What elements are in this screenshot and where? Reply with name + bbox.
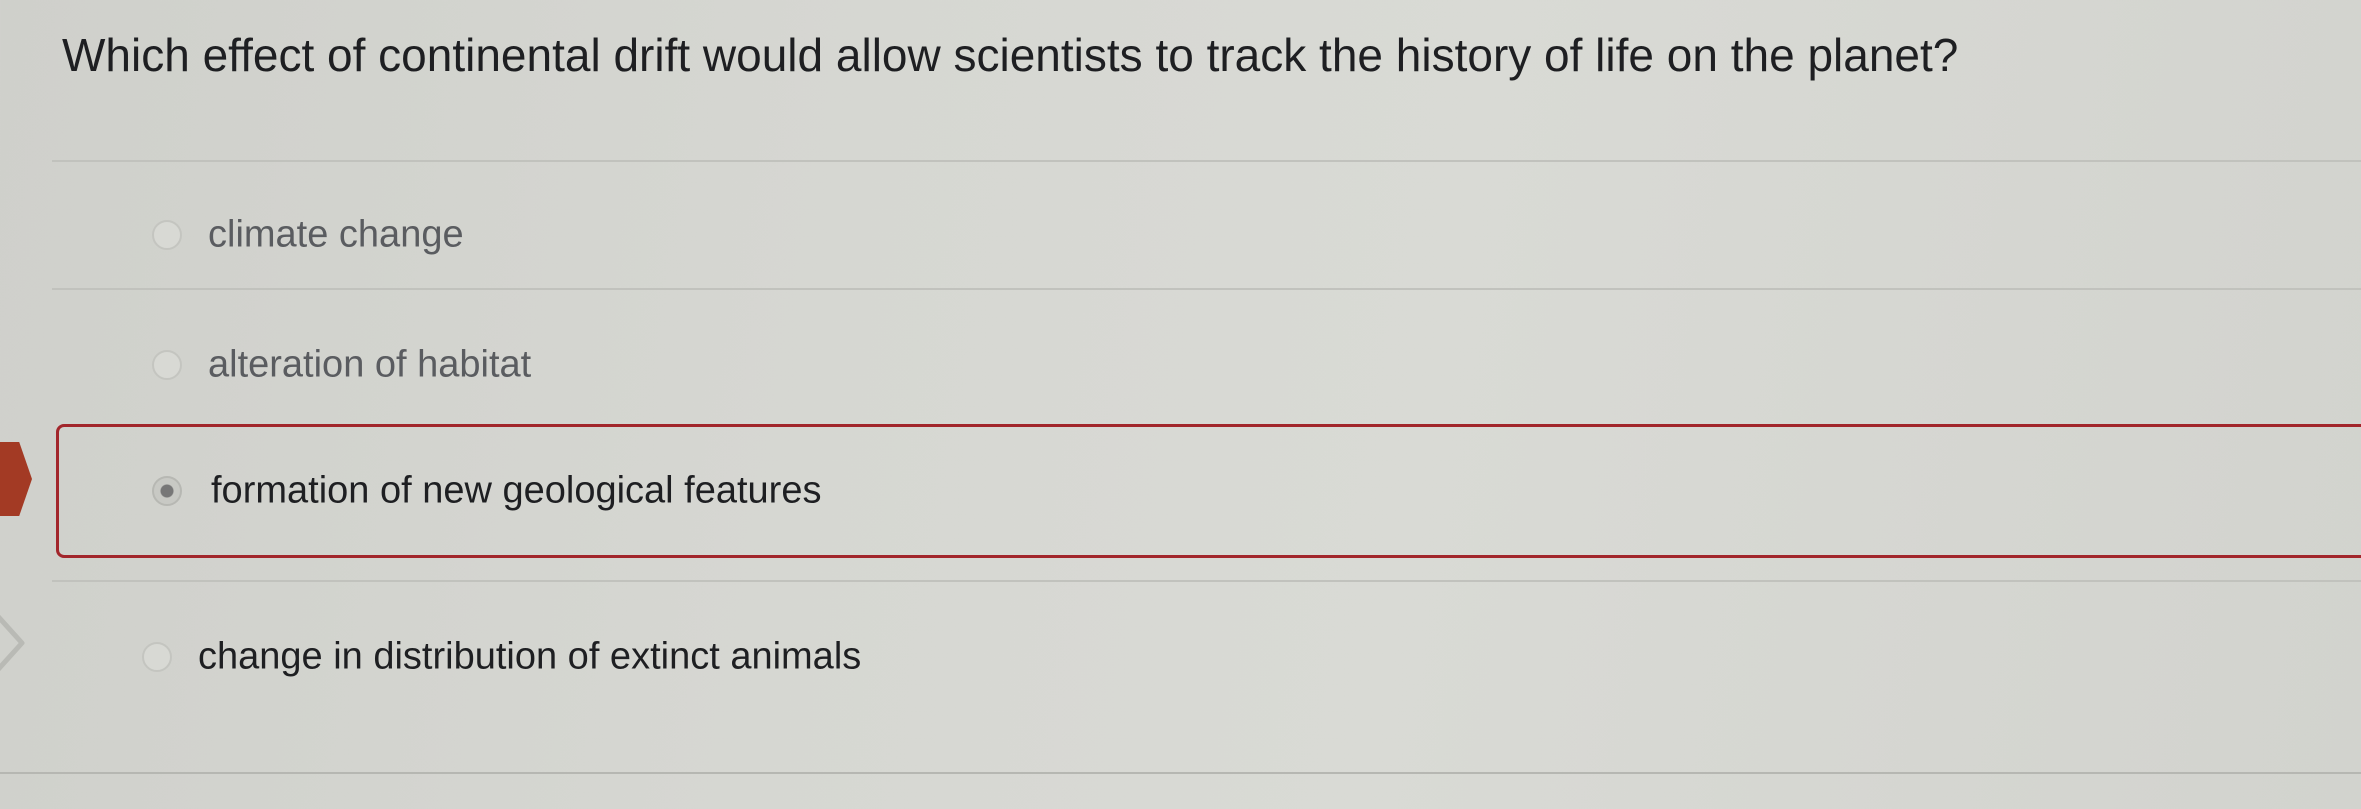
answer-option-alteration-of-habitat[interactable]: alteration of habitat xyxy=(56,300,2361,430)
answer-option-label: change in distribution of extinct animal… xyxy=(198,635,862,678)
chevron-right-icon[interactable] xyxy=(0,606,30,680)
radio-button[interactable] xyxy=(152,220,182,250)
radio-button[interactable] xyxy=(152,350,182,380)
divider xyxy=(0,772,2361,774)
divider xyxy=(52,160,2361,162)
question-text: Which effect of continental drift would … xyxy=(62,29,1959,81)
radio-button-selected[interactable] xyxy=(152,476,182,506)
answer-option-label: climate change xyxy=(208,213,464,256)
selected-answer-flag-icon xyxy=(0,442,32,516)
answer-option-climate-change[interactable]: climate change xyxy=(56,170,2361,300)
answer-option-label: formation of new geological features xyxy=(211,469,822,512)
divider xyxy=(52,580,2361,582)
answer-option-change-in-distribution[interactable]: change in distribution of extinct animal… xyxy=(56,592,2361,722)
answer-option-label: alteration of habitat xyxy=(208,343,532,386)
radio-button[interactable] xyxy=(142,642,172,672)
answer-option-formation-of-new-geological-features[interactable]: formation of new geological features xyxy=(56,424,2361,558)
